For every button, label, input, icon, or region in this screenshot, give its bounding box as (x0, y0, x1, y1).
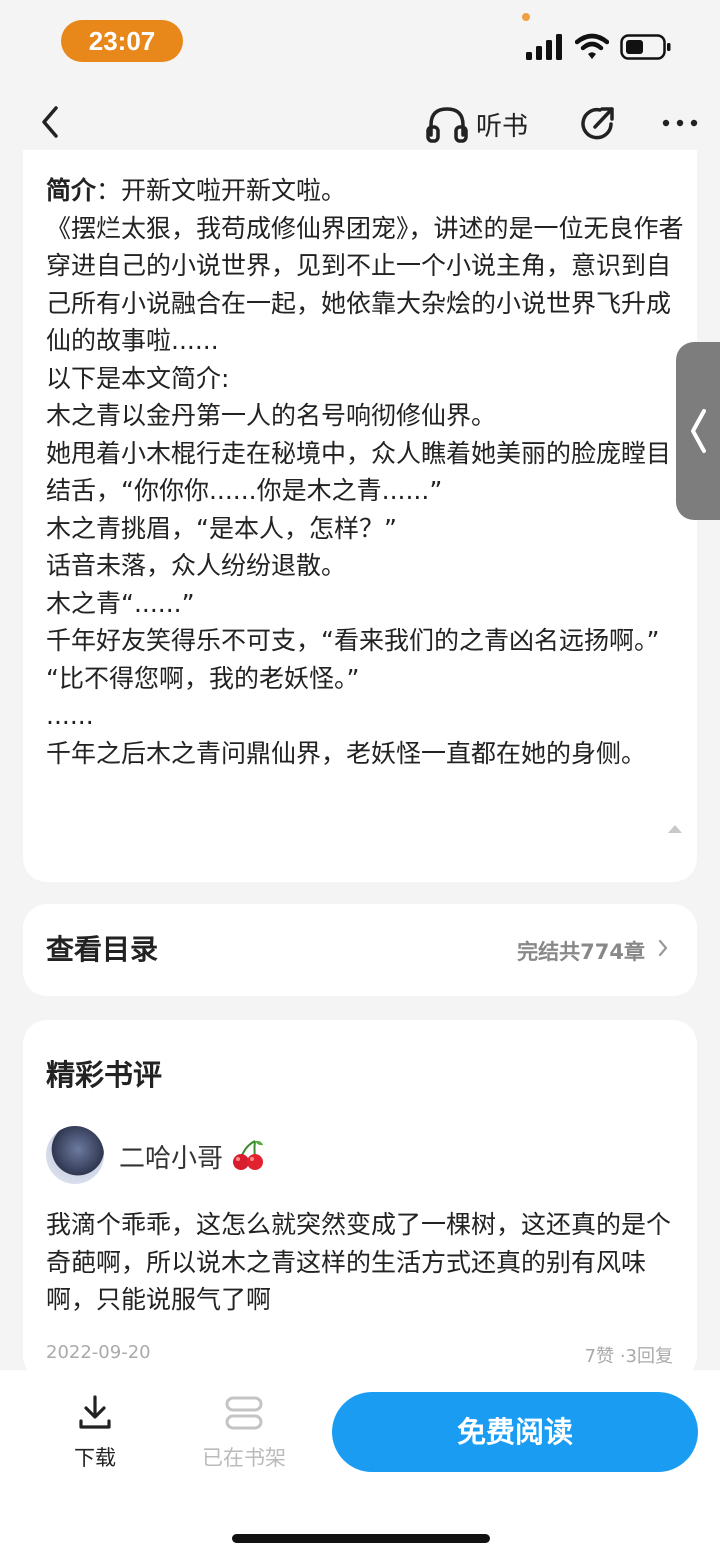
battery-icon (620, 34, 671, 60)
side-drawer-handle[interactable] (676, 342, 720, 520)
status-time: 23:07 (61, 20, 183, 62)
toc-chapter-count: 完结共774章 (517, 940, 645, 964)
headphones-icon (426, 107, 468, 143)
reviewer-name[interactable]: 二哈小哥 (119, 1138, 223, 1175)
download-button[interactable]: 下载 (62, 1394, 128, 1472)
book-reviews-card: 精彩书评 二哈小哥 我滴个乖乖，这怎么就突然变成了一棵树，这还真的是个奇葩啊，所… (23, 1020, 697, 1380)
bottom-action-bar: 下载 已在书架 免费阅读 (0, 1370, 720, 1559)
intro-label: 简介 (46, 176, 97, 205)
listen-book-button[interactable]: 听书 (426, 104, 528, 144)
bookshelf-label: 已在书架 (202, 1446, 286, 1470)
recording-dot-icon (522, 13, 530, 21)
cellular-signal-icon (526, 34, 562, 60)
status-bar: 23:07 (0, 0, 720, 84)
reviews-heading: 精彩书评 (46, 1058, 163, 1092)
share-icon[interactable] (578, 104, 618, 144)
wifi-icon (575, 33, 609, 59)
download-label: 下载 (74, 1446, 116, 1470)
bookshelf-icon (225, 1396, 263, 1430)
more-options-icon[interactable] (660, 108, 700, 138)
free-read-button[interactable]: 免费阅读 (332, 1392, 698, 1472)
review-date: 2022-09-20 (46, 1342, 151, 1363)
listen-book-label: 听书 (476, 111, 529, 142)
home-indicator[interactable] (232, 1534, 490, 1543)
bookshelf-button[interactable]: 已在书架 (196, 1394, 292, 1472)
review-stats[interactable]: 7赞 ·3回复 (585, 1342, 673, 1368)
toc-title: 查看目录 (46, 933, 159, 966)
collapse-intro-icon[interactable] (667, 824, 683, 834)
book-intro-text: 简介：开新文啦开新文啦。 《摆烂太狠，我苟成修仙界团宠》，讲述的是一位无良作者穿… (46, 172, 686, 772)
download-icon (79, 1395, 111, 1429)
book-intro-card: 简介：开新文啦开新文啦。 《摆烂太狠，我苟成修仙界团宠》，讲述的是一位无良作者穿… (23, 150, 697, 882)
back-arrow-icon[interactable] (36, 102, 68, 142)
cherry-badge-icon (233, 1140, 263, 1170)
chevron-left-icon (691, 409, 706, 453)
chevron-right-icon (658, 939, 668, 957)
intro-body: ：开新文啦开新文啦。 《摆烂太狠，我苟成修仙界团宠》，讲述的是一位无良作者穿进自… (46, 176, 684, 768)
reviewer-avatar[interactable] (46, 1126, 104, 1184)
table-of-contents-row[interactable]: 查看目录 完结共774章 (23, 904, 697, 996)
review-text[interactable]: 我滴个乖乖，这怎么就突然变成了一棵树，这还真的是个奇葩啊，所以说木之青这样的生活… (46, 1206, 686, 1319)
